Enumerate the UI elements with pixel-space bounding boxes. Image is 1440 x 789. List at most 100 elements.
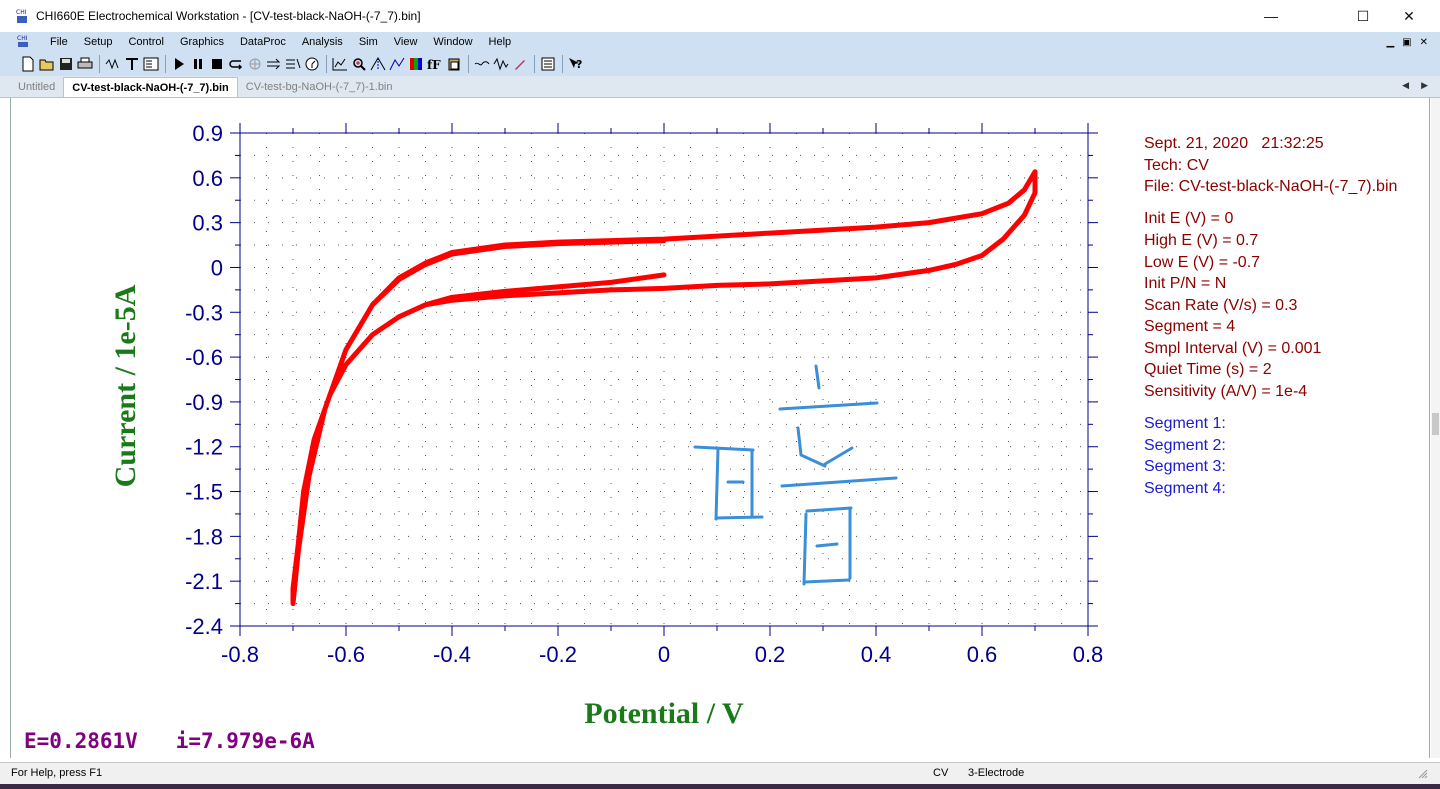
zoom-icon[interactable]: [351, 56, 367, 72]
copy-to-clipboard-icon[interactable]: [446, 56, 462, 72]
new-file-icon[interactable]: [20, 56, 36, 72]
run-datetime: Sept. 21, 2020 21:32:25: [1144, 135, 1324, 152]
smooth-icon[interactable]: [474, 56, 490, 72]
reports-icon[interactable]: [540, 56, 556, 72]
status-technique: CV: [933, 767, 949, 779]
y-tick-label: -2.4: [185, 614, 223, 639]
plot-axes: [239, 132, 1089, 627]
toolbar-separator: [99, 55, 100, 73]
cursor-readout: E=0.2861V i=7.979e-6A: [24, 729, 315, 753]
pen-icon[interactable]: [512, 56, 528, 72]
graph-options-icon[interactable]: [389, 56, 405, 72]
menu-window[interactable]: Window: [425, 32, 480, 52]
svg-text:fF: fF: [427, 58, 441, 71]
plot-frame: [239, 132, 1089, 627]
present-data-icon[interactable]: [332, 56, 348, 72]
mdi-minimize-icon[interactable]: ▁: [1386, 37, 1394, 48]
menu-analysis[interactable]: Analysis: [294, 32, 351, 52]
y-tick-label: -0.3: [185, 300, 223, 325]
param-high-e: High E (V) = 0.7: [1144, 232, 1259, 249]
app-logo-icon[interactable]: CHI: [14, 8, 30, 24]
y-tick-label: 0.9: [192, 121, 223, 146]
menu-control[interactable]: Control: [120, 32, 171, 52]
timer-icon[interactable]: [304, 56, 320, 72]
stop-icon[interactable]: [209, 56, 225, 72]
run-icon[interactable]: [171, 56, 187, 72]
tab-scroll-right-icon[interactable]: ▶: [1421, 80, 1428, 91]
vertical-scrollbar[interactable]: [1431, 98, 1440, 758]
svg-text:CHI: CHI: [17, 35, 28, 42]
scrollbar-thumb[interactable]: [1432, 413, 1439, 435]
font-icon[interactable]: fF: [427, 56, 443, 72]
minimize-button[interactable]: —: [1248, 0, 1294, 32]
document-tabs: Untitled CV-test-black-NaOH-(-7_7).bin C…: [0, 76, 1440, 98]
param-scan-rate: Scan Rate (V/s) = 0.3: [1144, 297, 1298, 314]
menu-view[interactable]: View: [386, 32, 426, 52]
main-window: CHI CHI660E Electrochemical Workstation …: [0, 0, 1440, 789]
status-electrode: 3-Electrode: [968, 767, 1025, 779]
help-icon[interactable]: ?: [568, 56, 584, 72]
segment-3: Segment 3:: [1144, 458, 1226, 475]
x-tick-label: 0.6: [967, 642, 998, 667]
y-tick-label: 0.3: [192, 211, 223, 236]
derivative-icon[interactable]: [493, 56, 509, 72]
text-icon[interactable]: [124, 56, 140, 72]
graph-document[interactable]: -0.8 -0.6 -0.4 -0.2 0 0.2 0.4 0.6 0.8 0.9 0.6 0.3 0…: [10, 98, 1430, 758]
mdi-close-icon[interactable]: ✕: [1420, 37, 1428, 48]
menu-file[interactable]: File: [42, 32, 76, 52]
ir-comp-icon[interactable]: [285, 56, 301, 72]
background-strip: [0, 784, 1440, 789]
x-tick-label: 0.2: [755, 642, 786, 667]
reverse-scan-icon[interactable]: [228, 56, 244, 72]
maximize-button[interactable]: ☐: [1340, 0, 1386, 32]
run-technique: Tech: CV: [1144, 157, 1209, 174]
y-tick-label: -1.8: [185, 524, 223, 549]
status-help-text: For Help, press F1: [11, 767, 103, 779]
cv-curve: [290, 169, 1038, 607]
menu-dataproc[interactable]: DataProc: [232, 32, 294, 52]
x-tick-label: -0.6: [327, 642, 365, 667]
menu-graphics[interactable]: Graphics: [172, 32, 232, 52]
tab-scroll-left-icon[interactable]: ◀: [1402, 80, 1409, 91]
y-tick-label: -1.2: [185, 435, 223, 460]
document-menu-icon[interactable]: CHI: [16, 34, 32, 50]
tab-untitled[interactable]: Untitled: [10, 77, 63, 97]
maximize-icon: ☐: [1356, 7, 1370, 24]
toolbar-separator: [534, 55, 535, 73]
peak-icon[interactable]: [370, 56, 386, 72]
open-folder-icon[interactable]: [39, 56, 55, 72]
purge-icon[interactable]: [266, 56, 282, 72]
y-tick-label: 0: [211, 255, 223, 280]
param-init-pn: Init P/N = N: [1144, 275, 1227, 292]
menu-setup[interactable]: Setup: [76, 32, 121, 52]
menu-sim[interactable]: Sim: [351, 32, 386, 52]
menu-help[interactable]: Help: [481, 32, 520, 52]
technique-icon[interactable]: [105, 56, 121, 72]
mdi-controls: ▁ ▣ ✕: [1386, 32, 1428, 52]
tab-cv-test-black[interactable]: CV-test-black-NaOH-(-7_7).bin: [63, 77, 238, 97]
y-axis-label: Current / 1e-5A: [109, 284, 142, 487]
menu-bar: CHI File Setup Control Graphics DataProc…: [0, 32, 1440, 52]
stir-icon[interactable]: [247, 56, 263, 72]
color-icon[interactable]: [408, 56, 424, 72]
mdi-restore-icon[interactable]: ▣: [1402, 37, 1411, 48]
save-icon[interactable]: [58, 56, 74, 72]
y-tick-label: -2.1: [185, 569, 223, 594]
resize-grip-icon[interactable]: [1418, 769, 1428, 779]
parameters-icon[interactable]: [143, 56, 159, 72]
toolbar-separator: [165, 55, 166, 73]
print-icon[interactable]: [77, 56, 93, 72]
x-tick-label: 0: [658, 642, 670, 667]
x-tick-label: -0.4: [433, 642, 471, 667]
y-tick-label: -0.9: [185, 390, 223, 415]
svg-text:?: ?: [576, 58, 582, 71]
close-button[interactable]: ✕: [1386, 0, 1432, 32]
param-segment: Segment = 4: [1144, 318, 1236, 335]
run-file: File: CV-test-black-NaOH-(-7_7).bin: [1144, 178, 1398, 195]
y-tick-label: -0.6: [185, 345, 223, 370]
tab-cv-test-bg[interactable]: CV-test-bg-NaOH-(-7_7)-1.bin: [238, 77, 401, 97]
y-tick-label: -1.5: [185, 480, 223, 505]
plot-grid: [240, 133, 1088, 626]
x-tick-label: -0.8: [221, 642, 259, 667]
pause-icon[interactable]: [190, 56, 206, 72]
